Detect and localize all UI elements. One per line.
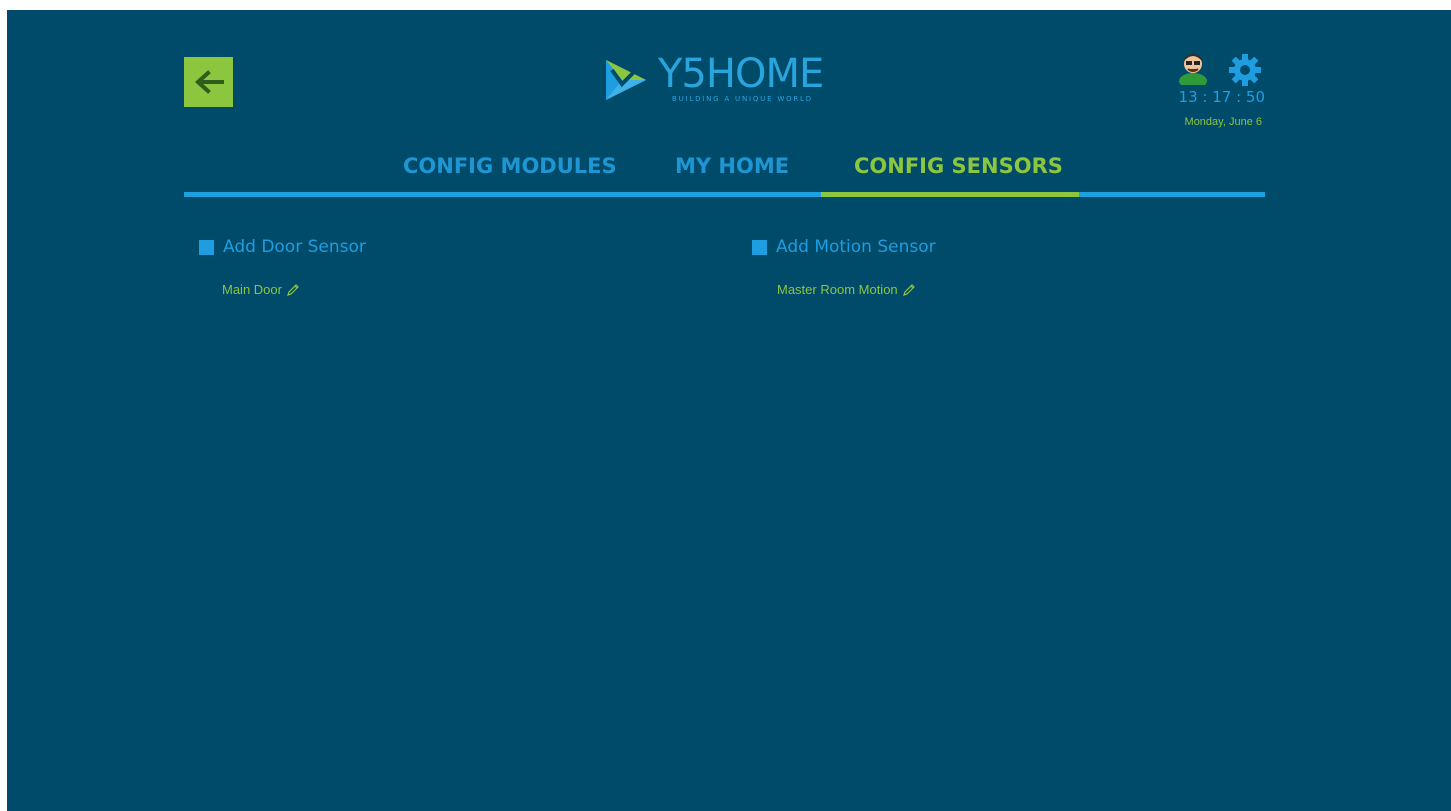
- user-avatar-icon[interactable]: [1177, 51, 1209, 85]
- pencil-icon[interactable]: [286, 283, 300, 297]
- sensor-item-label: Main Door: [222, 282, 282, 297]
- logo-mark-icon: [606, 60, 646, 100]
- sensor-item-master-room-motion[interactable]: Master Room Motion: [777, 282, 916, 297]
- add-door-sensor-button[interactable]: Add Door Sensor: [199, 237, 366, 257]
- back-button[interactable]: [184, 57, 233, 107]
- pencil-icon[interactable]: [902, 283, 916, 297]
- square-bullet-icon: [199, 239, 214, 255]
- tab-config-modules[interactable]: CONFIG MODULES: [403, 154, 617, 178]
- add-motion-sensor-label: Add Motion Sensor: [776, 237, 936, 257]
- tab-my-home[interactable]: MY HOME: [675, 154, 789, 178]
- sensor-item-main-door[interactable]: Main Door: [222, 282, 300, 297]
- tab-underline: [184, 192, 1265, 197]
- arrow-left-icon: [194, 70, 224, 94]
- tab-bar: CONFIG MODULES MY HOME CONFIG SENSORS: [184, 148, 1265, 198]
- add-motion-sensor-button[interactable]: Add Motion Sensor: [752, 237, 936, 257]
- logo-text: Y5HOME: [658, 51, 824, 97]
- logo-tagline: BUILDING A UNIQUE WORLD: [672, 95, 813, 103]
- app-screen: Y5HOME BUILDING A UNIQUE WORLD 13 : 17 :…: [7, 10, 1451, 811]
- gear-icon[interactable]: [1227, 52, 1263, 88]
- square-bullet-icon: [752, 239, 767, 255]
- add-door-sensor-label: Add Door Sensor: [223, 237, 366, 257]
- clock-time: 13 : 17 : 50: [1178, 88, 1265, 106]
- brand-logo: Y5HOME BUILDING A UNIQUE WORLD: [602, 51, 862, 112]
- active-tab-indicator: [821, 192, 1079, 197]
- tab-config-sensors[interactable]: CONFIG SENSORS: [854, 154, 1063, 178]
- clock-date: Monday, June 6: [1184, 116, 1262, 128]
- sensor-item-label: Master Room Motion: [777, 282, 898, 297]
